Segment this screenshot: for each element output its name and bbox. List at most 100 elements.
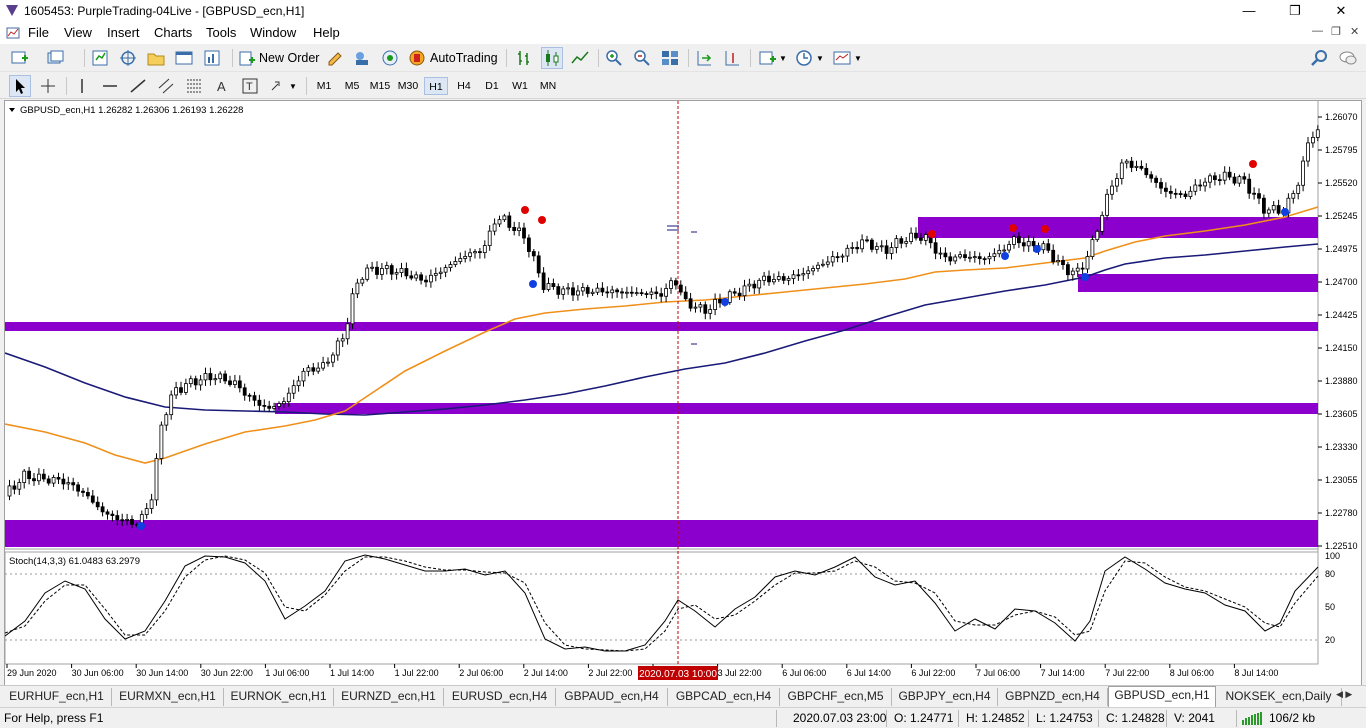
menu-tools[interactable]: Tools: [206, 25, 236, 40]
menu-file[interactable]: File: [28, 25, 49, 40]
autotrading-label: AutoTrading: [430, 51, 498, 65]
candlestick-icon[interactable]: [541, 47, 563, 69]
timeframe-h4[interactable]: H4: [452, 77, 476, 95]
chart-tab[interactable]: EURNZD_ecn,H1: [334, 688, 444, 706]
timeframe-mn[interactable]: MN: [536, 77, 560, 95]
time-label: 1 Jul 06:00: [265, 668, 309, 678]
candle-body: [943, 252, 948, 258]
mdi-minimize-button[interactable]: —: [1312, 25, 1323, 37]
chart-tab[interactable]: EURHUF_ecn,H1: [2, 688, 112, 706]
chart-window[interactable]: 1.26070 1.25795 1.25520 1.25245 1.24975 1.247…: [4, 100, 1362, 686]
vertical-line-icon[interactable]: [72, 76, 92, 96]
templates-icon[interactable]: [832, 48, 852, 68]
chat-icon[interactable]: [1338, 48, 1358, 68]
candle-body: [105, 511, 110, 515]
zoom-in-icon[interactable]: [604, 48, 624, 68]
chart-tab[interactable]: EURMXN_ecn,H1: [112, 688, 224, 706]
text-icon[interactable]: A: [212, 76, 232, 96]
candle-body: [938, 252, 943, 255]
candle-body: [1051, 249, 1056, 263]
timeframe-m5[interactable]: M5: [340, 77, 364, 95]
candle-body: [879, 245, 884, 248]
trendline-icon[interactable]: [128, 76, 148, 96]
arrows-icon[interactable]: [268, 76, 288, 96]
chart-tab[interactable]: GBPAUD_ecn,H4: [556, 688, 668, 706]
timeframe-m1[interactable]: M1: [312, 77, 336, 95]
cursor-icon[interactable]: [9, 75, 31, 97]
search-icon[interactable]: [1310, 48, 1330, 68]
chart-tab[interactable]: GBPNZD_ecn,H4: [998, 688, 1108, 706]
zoom-out-icon[interactable]: [632, 48, 652, 68]
text-label-icon[interactable]: T: [240, 76, 260, 96]
tile-windows-icon[interactable]: [660, 48, 680, 68]
templates-dropdown-icon[interactable]: ▼: [854, 54, 862, 63]
chart-tab[interactable]: GBPCAD_ecn,H4: [668, 688, 780, 706]
market-icon[interactable]: [380, 48, 400, 68]
candle-body: [527, 237, 531, 252]
candle-body: [110, 513, 115, 516]
menu-insert[interactable]: Insert: [107, 25, 140, 40]
mdi-close-button[interactable]: ✕: [1350, 25, 1359, 38]
chart-tab[interactable]: GBPUSD_ecn,H1: [1108, 686, 1216, 707]
timeframe-h1[interactable]: H1: [424, 77, 448, 95]
equidistant-channel-icon[interactable]: [156, 76, 176, 96]
menu-view[interactable]: View: [64, 25, 92, 40]
line-chart-icon[interactable]: [570, 48, 590, 68]
signals-icon[interactable]: [352, 48, 372, 68]
chart-tab[interactable]: EURNOK_ecn,H1: [224, 688, 334, 706]
metaeditor-icon[interactable]: [326, 48, 346, 68]
strategy-tester-icon[interactable]: [202, 48, 222, 68]
candle-body: [757, 279, 762, 289]
chart-tab[interactable]: EURUSD_ecn,H4: [444, 688, 556, 706]
price-chart[interactable]: 1.26070 1.25795 1.25520 1.25245 1.24975 1.247…: [5, 101, 1361, 685]
auto-scroll-icon[interactable]: [694, 48, 714, 68]
candle-body: [350, 293, 355, 325]
timeframe-m30[interactable]: M30: [396, 77, 420, 95]
candle-body: [389, 265, 394, 275]
chart-window-icon[interactable]: [6, 26, 20, 40]
crosshair-icon[interactable]: [38, 76, 58, 96]
maximize-button[interactable]: ❐: [1272, 0, 1318, 22]
tab-scroll-arrows[interactable]: ◀ ▶: [1336, 689, 1352, 700]
timeframe-d1[interactable]: D1: [480, 77, 504, 95]
candle-body: [370, 266, 375, 269]
timeframe-w1[interactable]: W1: [508, 77, 532, 95]
autotrading-button[interactable]: AutoTrading: [408, 48, 498, 68]
close-button[interactable]: ✕: [1318, 0, 1364, 22]
arrows-dropdown-icon[interactable]: ▼: [289, 82, 297, 91]
indicators-icon[interactable]: [758, 48, 778, 68]
fibonacci-icon[interactable]: [184, 76, 204, 96]
chart-tab[interactable]: GBPCHF_ecn,M5: [780, 688, 892, 706]
market-watch-icon[interactable]: [90, 48, 110, 68]
candle-body: [419, 274, 424, 281]
chart-shift-icon[interactable]: [722, 48, 742, 68]
minimize-button[interactable]: —: [1226, 0, 1272, 22]
data-window-icon[interactable]: [118, 48, 138, 68]
indicators-dropdown-icon[interactable]: ▼: [779, 54, 787, 63]
candle-body: [61, 478, 66, 485]
bar-chart-icon[interactable]: [514, 48, 534, 68]
candle-body: [1257, 193, 1261, 199]
candle-body: [992, 253, 997, 257]
candle-body: [948, 256, 953, 262]
horizontal-line-icon[interactable]: [100, 76, 120, 96]
menu-charts[interactable]: Charts: [154, 25, 192, 40]
terminal-icon[interactable]: [174, 48, 194, 68]
mdi-restore-button[interactable]: ❐: [1331, 25, 1341, 38]
timeframe-m15[interactable]: M15: [368, 77, 392, 95]
periods-dropdown-icon[interactable]: ▼: [816, 54, 824, 63]
candle-body: [301, 370, 306, 382]
candle-body: [208, 373, 213, 381]
menu-window[interactable]: Window: [250, 25, 296, 40]
new-order-button[interactable]: New Order: [238, 48, 319, 68]
candle-body: [130, 519, 134, 525]
navigator-icon[interactable]: [146, 48, 166, 68]
stochastic-pane[interactable]: [5, 551, 1319, 665]
chart-tab[interactable]: GBPJPY_ecn,H4: [892, 688, 998, 706]
periods-icon[interactable]: [794, 48, 814, 68]
new-chart-icon[interactable]: [10, 48, 30, 68]
chart-tab[interactable]: NOKSEK_ecn,Daily: [1216, 688, 1342, 706]
candle-body: [625, 291, 629, 294]
menu-help[interactable]: Help: [313, 25, 340, 40]
profiles-icon[interactable]: [46, 48, 66, 68]
